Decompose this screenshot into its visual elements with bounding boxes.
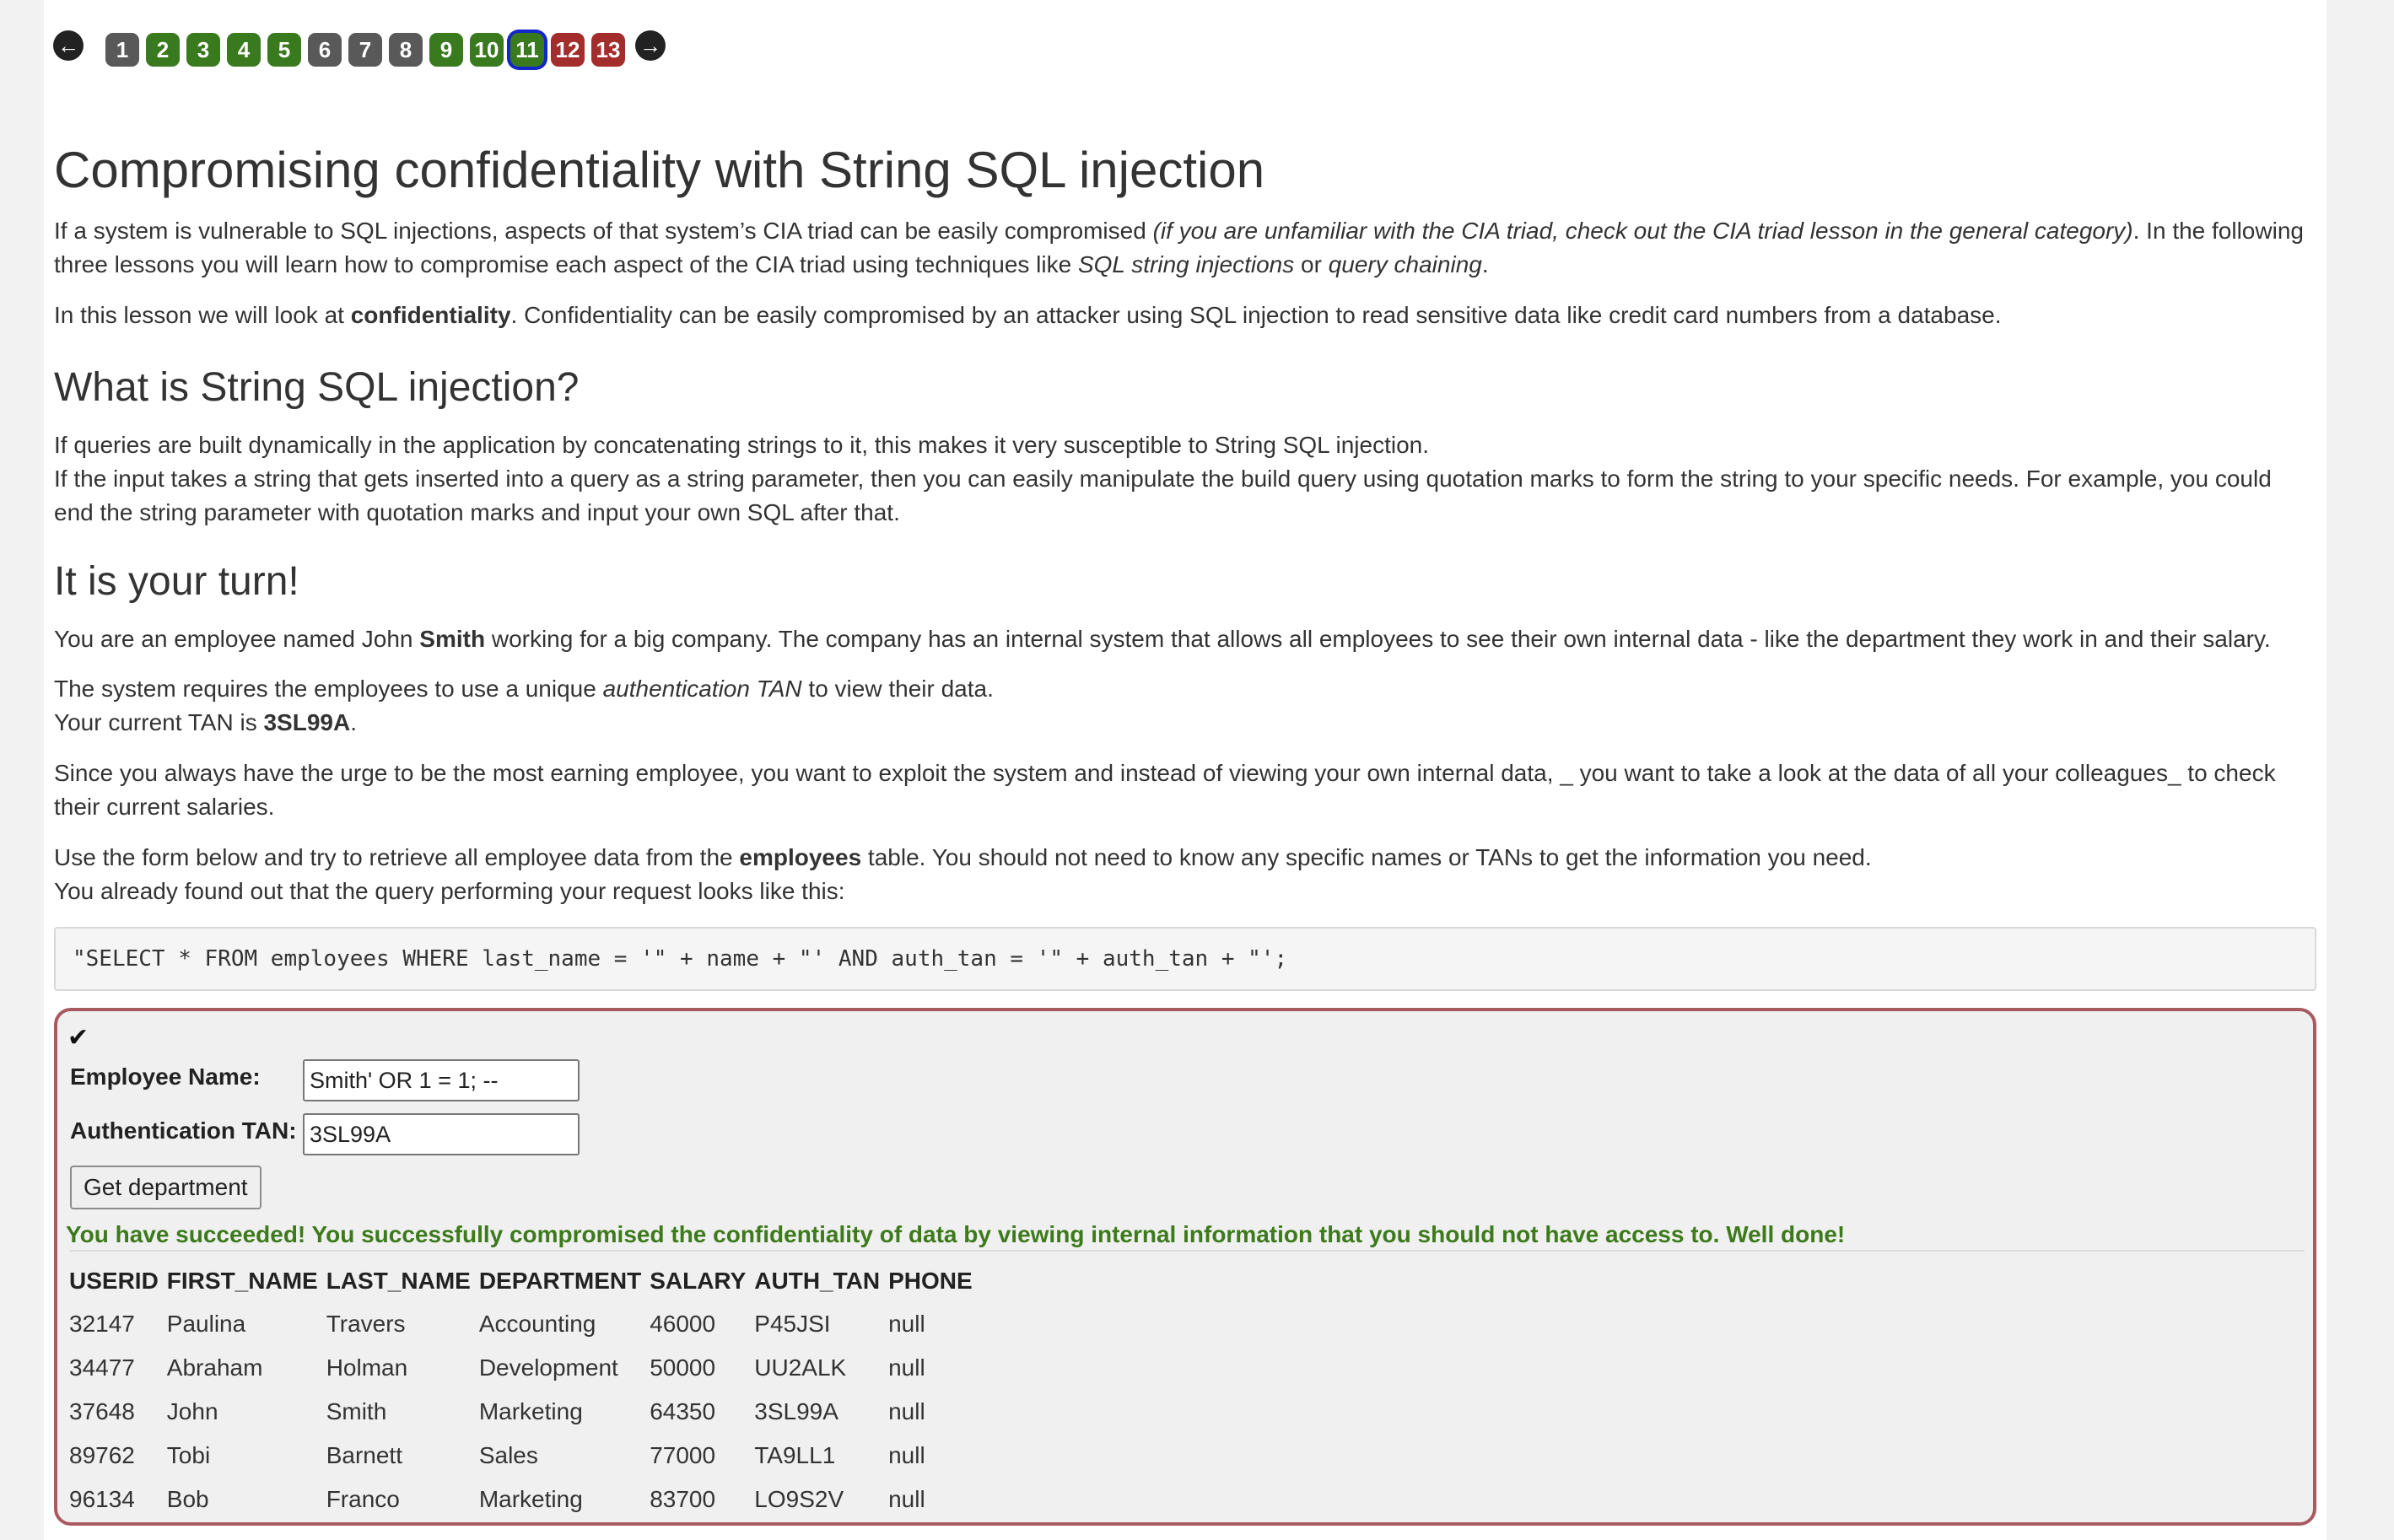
intro-paragraph: If a system is vulnerable to SQL injecti… xyxy=(54,218,2304,277)
table-cell: 32147 xyxy=(69,1311,135,1337)
table-cell: Sales xyxy=(478,1442,538,1468)
section-heading-turn: It is your turn! xyxy=(54,559,299,604)
table-cell: Franco xyxy=(326,1486,400,1512)
table-cell: Development xyxy=(478,1354,618,1381)
table-cell: 77000 xyxy=(650,1442,716,1468)
table-cell: 83700 xyxy=(650,1486,716,1512)
page-button-3[interactable]: 3 xyxy=(186,33,220,67)
table-cell: Travers xyxy=(326,1311,406,1337)
table-cell: TA9LL1 xyxy=(754,1442,836,1468)
table-cell: UU2ALK xyxy=(754,1354,847,1381)
table-cell: John xyxy=(166,1398,218,1424)
table-cell: 96134 xyxy=(69,1486,135,1512)
table-cell: 50000 xyxy=(650,1354,716,1381)
table-cell: null xyxy=(888,1398,925,1424)
table-row: 96134 Bob Franco Marketing 83700 LO9S2V null xyxy=(69,1478,981,1521)
table-cell: 34477 xyxy=(69,1354,135,1381)
table-cell: Bob xyxy=(166,1486,209,1512)
arrow-circle-left-icon[interactable]: ← xyxy=(53,30,84,61)
page-button-5[interactable]: 5 xyxy=(267,33,301,67)
table-cell: Tobi xyxy=(166,1442,211,1468)
table-cell: 3SL99A xyxy=(754,1398,838,1424)
column-header: FIRST_NAME xyxy=(166,1268,318,1294)
column-header: PHONE xyxy=(888,1268,973,1294)
table-cell: 46000 xyxy=(650,1311,716,1337)
confidentiality-paragraph: In this lesson we will look at confident… xyxy=(54,302,2002,328)
column-header: LAST_NAME xyxy=(326,1268,471,1294)
arrow-circle-right-icon[interactable]: → xyxy=(635,30,666,61)
table-cell: Accounting xyxy=(478,1311,596,1337)
page-button-11[interactable]: 11 xyxy=(510,33,544,67)
column-header: AUTH_TAN xyxy=(754,1268,881,1294)
query-code-block: "SELECT * FROM employees WHERE last_name… xyxy=(54,927,2316,991)
page-button-4[interactable]: 4 xyxy=(227,33,261,67)
page-button-10[interactable]: 10 xyxy=(470,33,504,67)
page-button-13[interactable]: 13 xyxy=(591,33,625,67)
table-cell: Abraham xyxy=(166,1354,263,1381)
column-header: DEPARTMENT xyxy=(478,1268,642,1294)
auth-tan-label: Authentication TAN: xyxy=(70,1117,297,1144)
table-cell: null xyxy=(888,1442,925,1468)
page-button-6[interactable]: 6 xyxy=(308,33,342,67)
table-cell: Barnett xyxy=(326,1442,402,1468)
table-cell: null xyxy=(888,1486,925,1512)
employee-name-input[interactable] xyxy=(303,1059,580,1101)
attack-form-panel: ✔ Employee Name: Authentication TAN: Get… xyxy=(54,1008,2316,1526)
page-button-2[interactable]: 2 xyxy=(146,33,180,67)
page-title: Compromising confidentiality with String… xyxy=(54,142,1265,198)
table-cell: Marketing xyxy=(478,1486,583,1512)
table-cell: null xyxy=(888,1354,925,1381)
goal-paragraph: Since you always have the urge to be the… xyxy=(54,760,2276,820)
divider xyxy=(69,1250,2305,1252)
tan-paragraph: The system requires the employees to use… xyxy=(54,676,994,735)
success-message: You have succeeded! You successfully com… xyxy=(66,1221,1846,1247)
table-cell: 89762 xyxy=(69,1442,135,1468)
employee-paragraph: You are an employee named John Smith wor… xyxy=(54,626,2271,652)
table-cell: LO9S2V xyxy=(754,1486,844,1512)
employees-table: USERID FIRST_NAME LAST_NAME DEPARTMENT SALAR… xyxy=(69,1260,981,1521)
table-cell: 37648 xyxy=(69,1398,135,1424)
table-cell: Smith xyxy=(326,1398,387,1424)
page-button-1[interactable]: 1 xyxy=(105,33,139,67)
table-cell: P45JSI xyxy=(754,1311,831,1337)
page-button-12[interactable]: 12 xyxy=(551,33,585,67)
table-cell: Holman xyxy=(326,1354,408,1381)
table-cell: Marketing xyxy=(478,1398,583,1424)
instructions-paragraph: Use the form below and try to retrieve a… xyxy=(54,844,1872,904)
checkmark-icon: ✔ xyxy=(67,1024,89,1052)
table-row: 32147 Paulina Travers Accounting 46000 P45JSI… xyxy=(69,1302,981,1346)
page-button-8[interactable]: 8 xyxy=(389,33,423,67)
column-header: USERID xyxy=(69,1268,159,1294)
table-row: 34477 Abraham Holman Development 50000 UU2ALK… xyxy=(69,1346,981,1390)
table-header-row: USERID FIRST_NAME LAST_NAME DEPARTMENT SALAR… xyxy=(69,1260,981,1302)
table-cell: null xyxy=(888,1311,925,1337)
column-header: SALARY xyxy=(650,1268,747,1294)
string-injection-paragraph: If queries are built dynamically in the … xyxy=(54,432,2272,525)
page-button-7[interactable]: 7 xyxy=(348,33,382,67)
lesson-content: Compromising confidentiality with String… xyxy=(54,127,2316,1526)
section-heading-what: What is String SQL injection? xyxy=(54,365,580,410)
table-cell: 64350 xyxy=(650,1398,716,1424)
table-row: 37648 John Smith Marketing 64350 3SL99A null xyxy=(69,1390,981,1434)
lesson-page: ← 1 2 3 4 5 6 7 8 9 10 11 12 13 → Compromising confi… xyxy=(44,0,2327,1540)
table-cell: Paulina xyxy=(166,1311,246,1337)
employee-name-label: Employee Name: xyxy=(70,1063,261,1090)
auth-tan-input[interactable] xyxy=(303,1113,580,1155)
page-button-9[interactable]: 9 xyxy=(429,33,463,67)
table-row: 89762 Tobi Barnett Sales 77000 TA9LL1 null xyxy=(69,1434,981,1478)
get-department-button[interactable]: Get department xyxy=(70,1166,262,1209)
